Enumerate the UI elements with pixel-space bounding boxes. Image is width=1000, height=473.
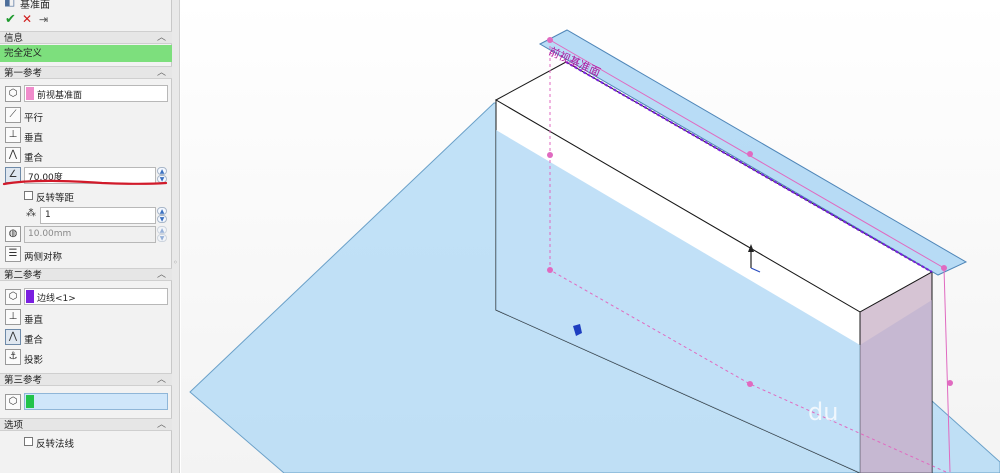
mid-plane-label[interactable]: 两侧对称 [24, 249, 62, 263]
plane-feature-icon: ◧ [4, 0, 16, 8]
cancel-button[interactable]: ✕ [22, 12, 32, 26]
feature-title: 基准面 [20, 0, 50, 11]
plane-handle[interactable] [747, 381, 753, 387]
ref2-selection-text: 边线<1> [37, 294, 76, 304]
ref3-selection-box[interactable] [24, 393, 168, 410]
ref2-color-swatch [26, 290, 34, 303]
parallel-label[interactable]: 平行 [24, 110, 43, 124]
options-section-header[interactable]: 选项 ︿ [0, 418, 172, 431]
coincident-label[interactable]: 重合 [24, 150, 43, 164]
collapse-chevron-icon[interactable]: ︿ [157, 269, 166, 282]
splitter-grip-icon[interactable]: ◦ [173, 258, 178, 270]
ref3-section-header[interactable]: 第三参考 ︿ [0, 373, 172, 386]
spin-up-icon[interactable]: ▲ [157, 226, 167, 234]
plane-handle[interactable] [547, 267, 553, 273]
ref2-header-label: 第二参考 [4, 270, 43, 281]
projection-label[interactable]: 投影 [24, 352, 43, 366]
instances-spinner[interactable]: ▲ ▼ [157, 207, 167, 224]
reference-entity-icon: ⬡ [5, 86, 21, 102]
ref1-selection-box[interactable]: 前视基准面 [24, 85, 168, 102]
pin-button[interactable]: ⇥ [39, 13, 48, 26]
ref3-header-label: 第三参考 [4, 375, 43, 386]
perpendicular-icon[interactable]: ⊥ [5, 127, 21, 143]
plane-handle[interactable] [941, 265, 947, 271]
ok-button[interactable]: ✔ [5, 12, 16, 27]
ref1-selection-text: 前视基准面 [37, 91, 83, 101]
confirm-toolbar: ✔ ✕ ⇥ [0, 12, 172, 30]
feature-title-bar: ◧ 基准面 [0, 0, 172, 12]
info-section-header[interactable]: 信息 ︿ [0, 31, 172, 44]
perpendicular-icon[interactable]: ⊥ [5, 309, 21, 325]
watermark-logo: du [808, 398, 838, 426]
mid-plane-icon[interactable]: ☰ [5, 246, 21, 262]
plane-handle[interactable] [547, 152, 553, 158]
red-underline-annotation [2, 179, 168, 186]
ref2-section-header[interactable]: 第二参考 ︿ [0, 268, 172, 281]
info-header-label: 信息 [4, 33, 24, 44]
distance-icon[interactable]: ◍ [5, 226, 21, 242]
ref1-color-swatch [26, 87, 34, 100]
distance-spinner[interactable]: ▲ ▼ [157, 226, 167, 243]
plane-handle[interactable] [947, 380, 953, 386]
flip-offset-checkbox[interactable] [24, 191, 33, 200]
status-text: 完全定义 [4, 48, 43, 59]
ref2-selection-box[interactable]: 边线<1> [24, 288, 168, 305]
collapse-chevron-icon[interactable]: ︿ [157, 419, 166, 432]
instances-input[interactable]: 1 [40, 207, 156, 224]
instances-value: 1 [45, 210, 51, 220]
plane-handle[interactable] [547, 37, 553, 43]
coincident-label[interactable]: 重合 [24, 332, 43, 346]
options-header-label: 选项 [4, 420, 24, 431]
collapse-chevron-icon[interactable]: ︿ [157, 67, 166, 80]
collapse-chevron-icon[interactable]: ︿ [157, 32, 166, 45]
perpendicular-label[interactable]: 垂直 [24, 312, 43, 326]
distance-input[interactable]: 10.00mm [24, 226, 156, 243]
projection-icon[interactable]: ⚓ [5, 349, 21, 365]
parallel-icon[interactable]: ⟋ [5, 107, 21, 123]
coincident-icon[interactable]: ⋀ [5, 147, 21, 163]
ref1-section-header[interactable]: 第一参考 ︿ [0, 66, 172, 79]
perpendicular-label[interactable]: 垂直 [24, 130, 43, 144]
panel-splitter[interactable]: ◦ [172, 0, 180, 473]
spin-down-icon[interactable]: ▼ [157, 234, 167, 242]
instances-icon: ⁂ [26, 208, 36, 219]
flip-normal-label[interactable]: 反转法线 [36, 436, 74, 450]
reference-entity-icon: ⬡ [5, 289, 21, 305]
coincident-icon[interactable]: ⋀ [5, 329, 21, 345]
flip-offset-label[interactable]: 反转等距 [36, 190, 74, 204]
spin-up-icon[interactable]: ▲ [157, 207, 167, 215]
plane-handle[interactable] [747, 151, 753, 157]
model-canvas[interactable]: 前视基准面 du [181, 0, 1000, 473]
graphics-viewport[interactable]: 前视基准面 du [181, 0, 1000, 473]
distance-value: 10.00mm [28, 229, 72, 239]
collapse-chevron-icon[interactable]: ︿ [157, 374, 166, 387]
flip-normal-checkbox[interactable] [24, 437, 33, 446]
reference-entity-icon: ⬡ [5, 394, 21, 410]
property-manager-panel: ◧ 基准面 ✔ ✕ ⇥ 信息 ︿ 完全定义 第一参考 ︿ ⬡ 前视基准面 ⟋ 平… [0, 0, 172, 473]
status-bar: 完全定义 [0, 45, 172, 62]
spin-down-icon[interactable]: ▼ [157, 215, 167, 223]
ref3-color-swatch [26, 395, 34, 408]
ref1-header-label: 第一参考 [4, 68, 43, 79]
spin-up-icon[interactable]: ▲ [157, 167, 167, 175]
